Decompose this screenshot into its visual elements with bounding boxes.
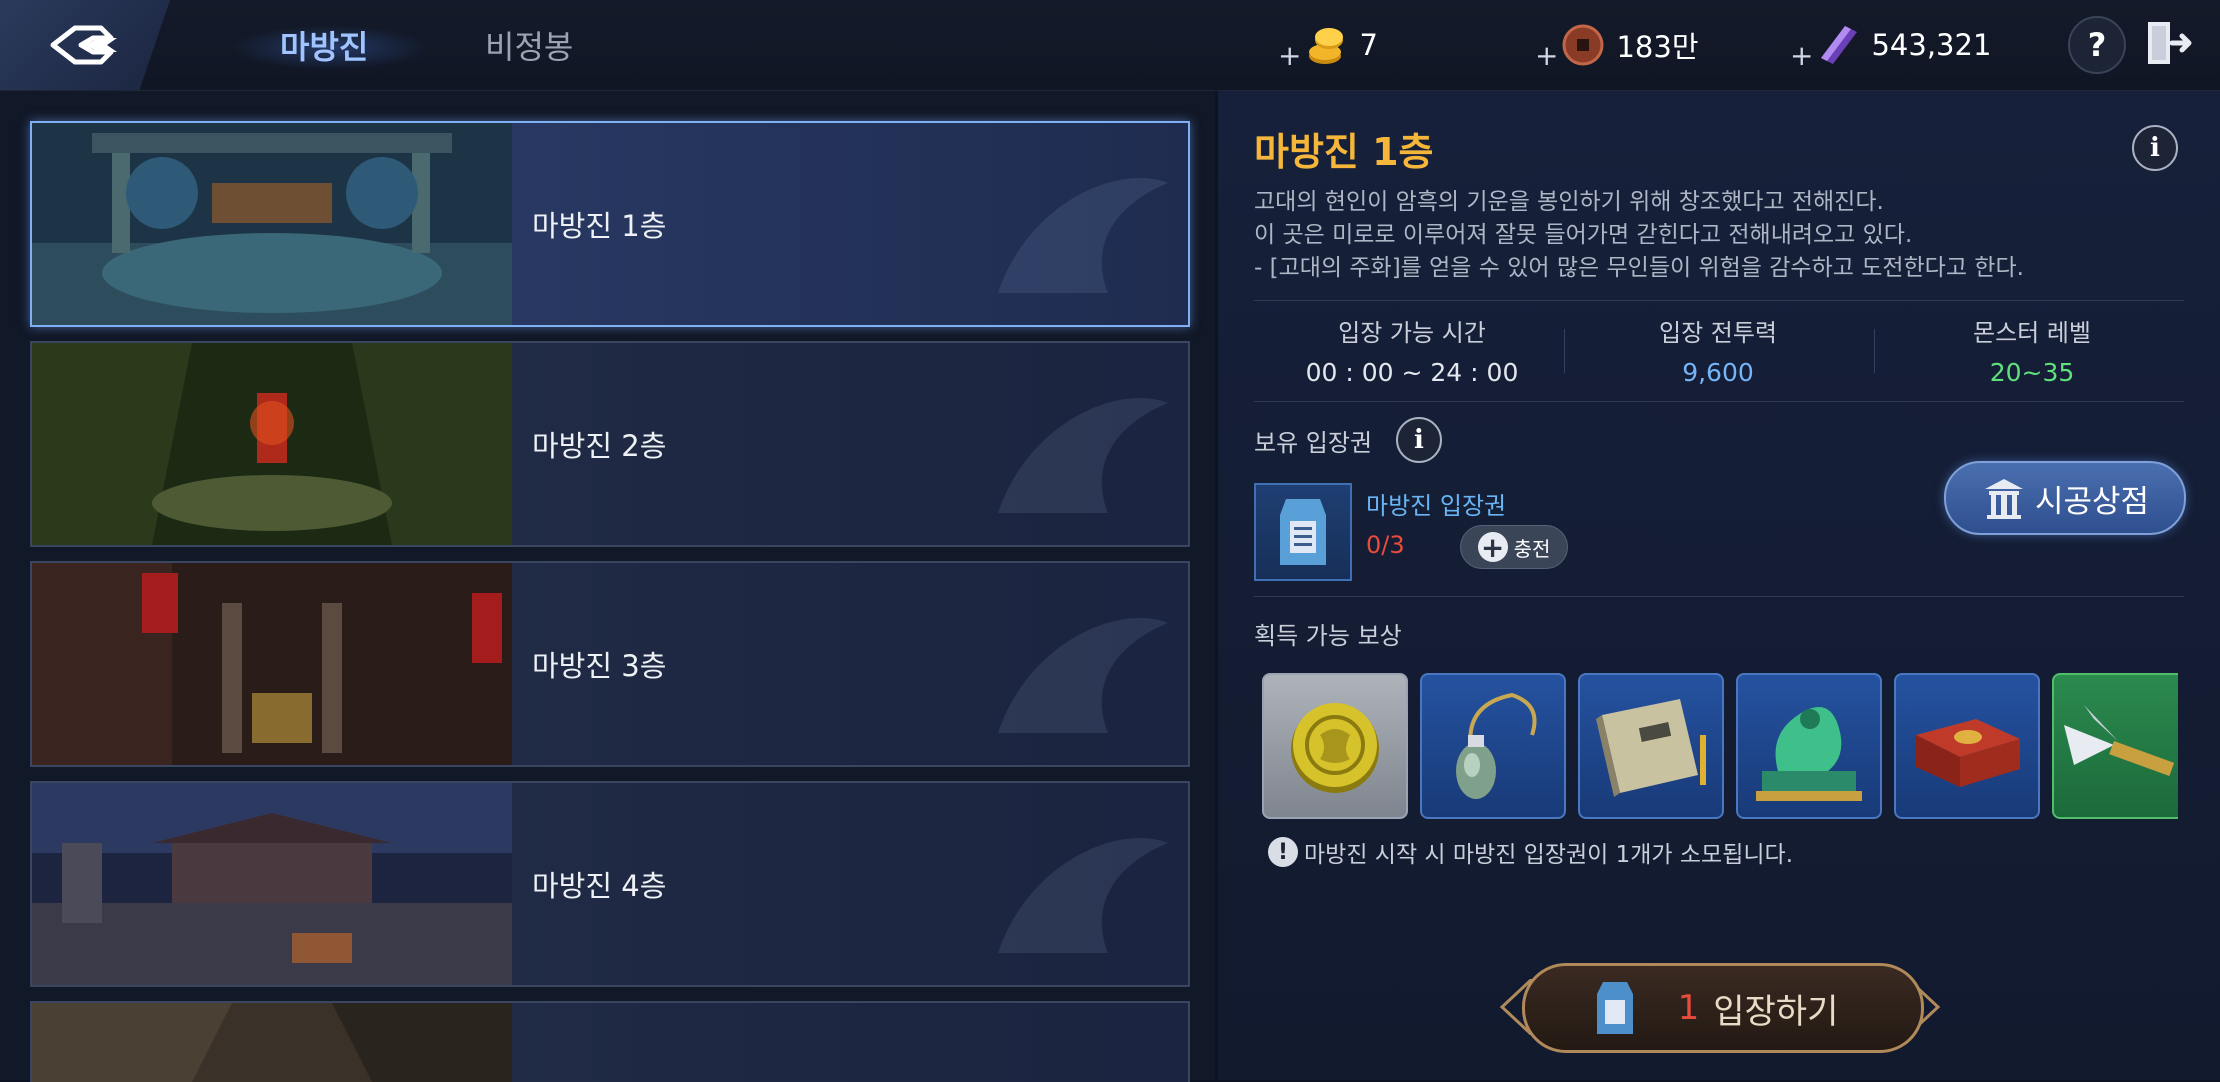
plus-icon: + (1477, 531, 1508, 564)
stat-value: 9,600 (1682, 358, 1754, 387)
description-line: - [고대의 주화]를 얻을 수 있어 많은 무인들이 위험을 감수하고 도전한… (1254, 255, 2024, 281)
purple-crystal-icon (1821, 26, 1858, 64)
enter-label: 입장하기 (1713, 991, 1839, 1032)
stat-monster-level: 몬스터 레벨 20~35 (1882, 313, 2182, 387)
dungeon-3-thumbnail (32, 563, 512, 765)
dungeon-detail-panel: 마방진 1층 i 고대의 현인이 암흑의 기운을 봉인하기 위해 창조했다고 전… (1218, 91, 2220, 1080)
dungeon-title: 마방진 1층 (1254, 130, 1434, 174)
red-chest-icon (1916, 719, 2020, 787)
exit-icon[interactable] (2142, 16, 2196, 70)
dungeon-list: 마방진 1층 마방진 2층 마방진 3층 마방진 4층 (0, 91, 1215, 1082)
dungeon-label: 마방진 2층 (532, 429, 667, 463)
reward-slot-1[interactable] (1262, 673, 1408, 819)
charge-label: 충전 (1513, 536, 1551, 561)
skill-book-icon (1596, 699, 1706, 797)
dungeon-1-thumbnail (32, 123, 512, 325)
dungeon-floor-4[interactable]: 마방진 4층 (30, 781, 1190, 987)
ticket-info-button[interactable]: i (1396, 417, 1442, 463)
enter-cost: 1 (1677, 988, 1700, 1028)
reward-slot-2[interactable] (1420, 673, 1566, 819)
dungeon-label: 마방진 4층 (532, 869, 667, 903)
dragon-watermark-icon (998, 617, 1168, 733)
dungeon-description: 고대의 현인이 암흑의 기운을 봉인하기 위해 창조했다고 전해진다. 이 곳은… (1254, 186, 2024, 285)
ticket-name: 마방진 입장권 (1366, 492, 1507, 520)
copper-coin-icon (1562, 24, 1604, 66)
dragon-watermark-icon (998, 837, 1168, 953)
dungeon-floor-3[interactable]: 마방진 3층 (30, 561, 1190, 767)
shop-gate-icon (1984, 479, 2023, 519)
enter-button[interactable]: 1 입장하기 (1498, 963, 1942, 1053)
back-arrow-icon (50, 25, 117, 65)
dungeon-4-thumbnail (32, 783, 512, 985)
plus-icon: + (1535, 38, 1559, 72)
reward-slot-6[interactable] (2052, 673, 2178, 819)
divider (1254, 401, 2184, 402)
owned-ticket-label: 보유 입장권 (1254, 429, 1373, 457)
shop-label: 시공상점 (2034, 483, 2150, 520)
dungeon-label: 마방진 1층 (532, 209, 667, 243)
currency-copper[interactable]: + 183만 (1535, 20, 1699, 72)
jade-dragon-seal-icon (1756, 707, 1862, 801)
warning-icon: ! (1268, 837, 1298, 867)
description-line: 고대의 현인이 암흑의 기운을 봉인하기 위해 창조했다고 전해진다. (1254, 189, 1884, 215)
dungeon-floor-1[interactable]: 마방진 1층 (30, 121, 1190, 327)
gold-coins-icon (1309, 28, 1344, 64)
divider (1874, 329, 1875, 373)
ticket-pouch-icon (1280, 499, 1326, 565)
ticket-pouch-icon (1597, 982, 1633, 1034)
stat-value: 00 : 00 ~ 24 : 00 (1305, 358, 1519, 387)
ancient-coin-icon (1291, 703, 1379, 793)
enter-button-body[interactable]: 1 입장하기 (1522, 963, 1924, 1053)
stat-label: 몬스터 레벨 (1972, 319, 2092, 347)
dragon-watermark-icon (998, 397, 1168, 513)
reward-slot-3[interactable] (1578, 673, 1724, 819)
reward-slot-5[interactable] (1894, 673, 2040, 819)
ticket-item-slot[interactable] (1254, 483, 1352, 581)
currency-gold[interactable]: + 7 (1278, 20, 1378, 72)
stat-value: 20~35 (1989, 358, 2075, 387)
divider (1564, 329, 1565, 373)
top-bar: 마방진 비정봉 + 7 + 183만 + 543,321 ? (0, 0, 2220, 91)
dungeon-label: 마방진 3층 (532, 649, 667, 683)
tab-mabangjin[interactable]: 마방진 (280, 0, 368, 90)
stat-entry-time: 입장 가능 시간 00 : 00 ~ 24 : 00 (1262, 313, 1562, 387)
charge-button[interactable]: + 충전 (1460, 525, 1568, 569)
rewards-label: 획득 가능 보상 (1254, 622, 1402, 650)
time-shop-button[interactable]: 시공상점 (1944, 461, 2186, 535)
jade-pendant-icon (1456, 692, 1537, 799)
warning-text: 마방진 시작 시 마방진 입장권이 1개가 소모됩니다. (1304, 842, 1794, 868)
copper-value: 183만 (1616, 30, 1699, 64)
dungeon-5-thumbnail (32, 1003, 512, 1082)
spear-weapon-icon (2064, 705, 2175, 777)
divider (1254, 300, 2184, 301)
back-button[interactable] (0, 0, 170, 90)
plus-icon: + (1790, 38, 1814, 72)
dungeon-floor-2[interactable]: 마방진 2층 (30, 341, 1190, 547)
gold-value: 7 (1359, 28, 1378, 62)
plus-icon: + (1278, 38, 1302, 72)
crystal-value: 543,321 (1871, 28, 1992, 62)
help-button[interactable]: ? (2068, 16, 2126, 74)
dungeon-info-button[interactable]: i (2132, 125, 2178, 171)
description-line: 이 곳은 미로로 이루어져 잘못 들어가면 갇힌다고 전해내려오고 있다. (1254, 222, 1913, 248)
tab-bijeongbong[interactable]: 비정봉 (485, 0, 573, 90)
stat-entry-power: 입장 전투력 9,600 (1568, 313, 1868, 387)
dungeon-floor-5[interactable] (30, 1001, 1190, 1082)
stat-label: 입장 가능 시간 (1338, 319, 1486, 347)
dungeon-2-thumbnail (32, 343, 512, 545)
dragon-watermark-icon (998, 177, 1168, 293)
stat-label: 입장 전투력 (1658, 319, 1778, 347)
ticket-count: 0/3 (1366, 531, 1405, 559)
reward-slot-4[interactable] (1736, 673, 1882, 819)
currency-crystal[interactable]: + 543,321 (1790, 20, 1992, 72)
consume-warning: ! 마방진 시작 시 마방진 입장권이 1개가 소모됩니다. (1268, 835, 1793, 869)
divider (1254, 596, 2184, 597)
